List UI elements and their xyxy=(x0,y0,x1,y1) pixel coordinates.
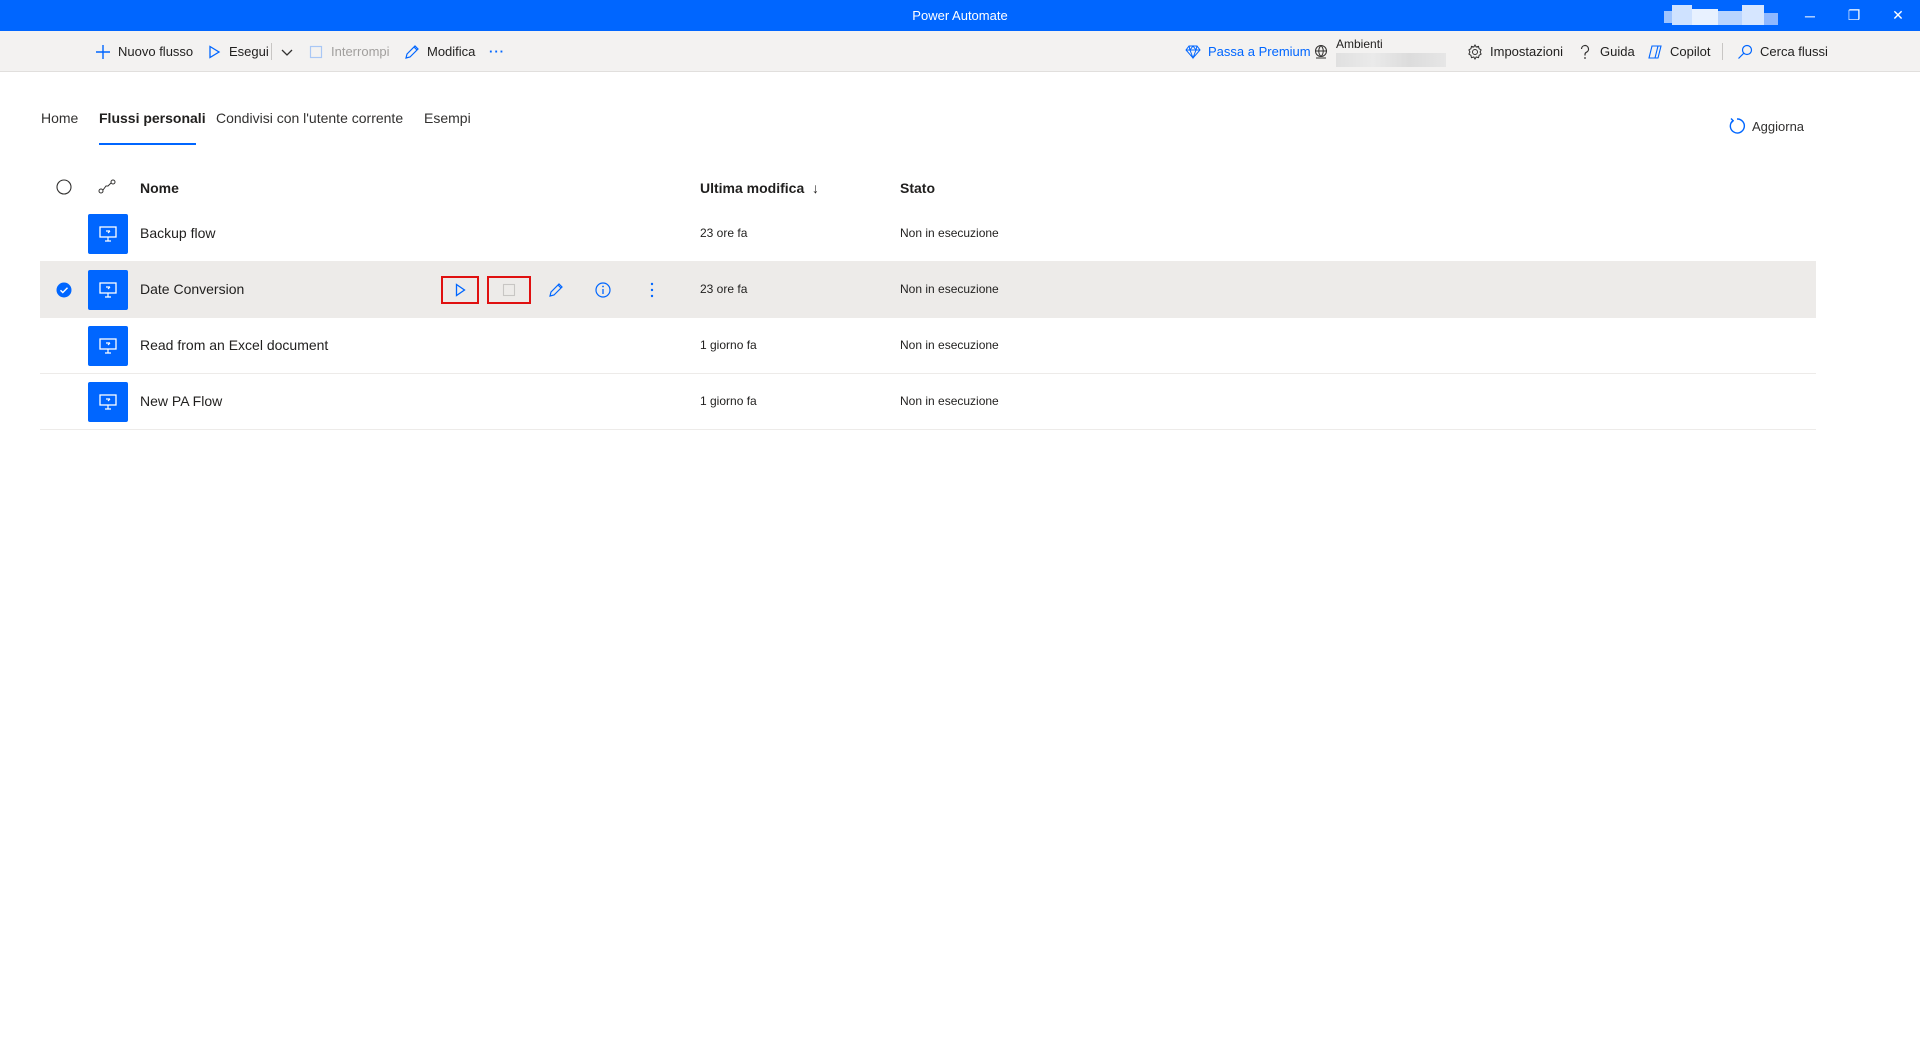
help-label: Guida xyxy=(1600,44,1635,59)
new-flow-label: Nuovo flusso xyxy=(118,44,194,59)
run-label: Esegui xyxy=(229,44,269,59)
globe-icon xyxy=(1312,43,1330,61)
tab-examples[interactable]: Esempi xyxy=(424,110,471,146)
play-icon xyxy=(205,43,223,61)
plus-icon xyxy=(94,43,112,61)
stop-icon xyxy=(307,43,325,61)
flow-state: Non in esecuzione xyxy=(900,394,999,408)
refresh-label: Aggiorna xyxy=(1752,118,1805,134)
premium-label: Passa a Premium xyxy=(1208,44,1311,59)
environments-group: Ambienti xyxy=(1336,37,1446,67)
account-avatar[interactable] xyxy=(1664,5,1780,25)
pencil-icon xyxy=(403,43,421,61)
desktop-flow-icon xyxy=(88,214,128,254)
edit-button[interactable]: Modifica xyxy=(403,31,475,72)
copilot-icon xyxy=(1646,43,1664,61)
select-all-checkbox[interactable] xyxy=(56,179,72,195)
more-options-button[interactable]: ··· xyxy=(489,31,505,72)
flow-modified: 1 giorno fa xyxy=(700,394,757,408)
flow-type-icon xyxy=(98,179,116,195)
title-bar: Power Automate ─ ❐ ✕ xyxy=(0,0,1920,31)
column-header-name[interactable]: Nome xyxy=(140,180,179,196)
row-info-button[interactable] xyxy=(589,276,617,304)
help-button[interactable]: Guida xyxy=(1576,31,1635,72)
pencil-icon xyxy=(549,283,563,297)
flow-state: Non in esecuzione xyxy=(900,338,999,352)
flow-state: Non in esecuzione xyxy=(900,226,999,240)
copilot-button[interactable]: Copilot xyxy=(1646,31,1710,72)
refresh-icon xyxy=(1728,117,1746,135)
flow-name[interactable]: New PA Flow xyxy=(140,393,222,409)
environments-label: Ambienti xyxy=(1336,36,1383,51)
stop-label: Interrompi xyxy=(331,44,390,59)
settings-label: Impostazioni xyxy=(1490,44,1563,59)
window-title: Power Automate xyxy=(912,8,1008,23)
search-placeholder: Cerca flussi xyxy=(1760,44,1828,59)
search-icon xyxy=(1736,43,1754,61)
edit-label: Modifica xyxy=(427,44,476,59)
row-checkbox-checked[interactable] xyxy=(56,282,72,298)
row-more-button[interactable] xyxy=(638,276,666,304)
gear-icon xyxy=(1466,43,1484,61)
divider xyxy=(271,43,272,60)
command-bar: Nuovo flusso Esegui Interrompi Modifica … xyxy=(0,31,1920,72)
restore-button[interactable]: ❐ xyxy=(1832,0,1876,31)
table-row[interactable]: New PA Flow 1 giorno fa Non in esecuzion… xyxy=(40,374,1816,430)
run-options-dropdown[interactable] xyxy=(278,31,302,72)
info-icon xyxy=(595,282,611,298)
run-button[interactable]: Esegui xyxy=(205,31,269,72)
tab-home[interactable]: Home xyxy=(41,110,78,146)
more-vertical-icon xyxy=(650,282,654,298)
premium-button[interactable]: Passa a Premium xyxy=(1184,31,1311,72)
stop-button[interactable]: Interrompi xyxy=(307,31,390,72)
search-flows-input[interactable]: Cerca flussi xyxy=(1736,31,1828,72)
table-row[interactable]: Backup flow 23 ore fa Non in esecuzione xyxy=(40,206,1816,262)
chevron-down-icon xyxy=(278,43,296,61)
environment-name-redacted xyxy=(1336,52,1446,67)
desktop-flow-icon xyxy=(88,270,128,310)
diamond-icon xyxy=(1184,43,1202,61)
close-window-button[interactable]: ✕ xyxy=(1876,0,1920,31)
flow-modified: 23 ore fa xyxy=(700,282,748,296)
tab-my-flows[interactable]: Flussi personali xyxy=(99,110,206,146)
row-run-button[interactable] xyxy=(441,276,479,304)
flow-name[interactable]: Date Conversion xyxy=(140,281,244,297)
stop-icon xyxy=(502,283,516,297)
flow-name[interactable]: Read from an Excel document xyxy=(140,337,328,353)
minimize-button[interactable]: ─ xyxy=(1788,0,1832,31)
refresh-button[interactable]: Aggiorna xyxy=(1728,116,1804,136)
row-edit-button[interactable] xyxy=(542,276,570,304)
flow-modified: 1 giorno fa xyxy=(700,338,757,352)
column-header-modified[interactable]: Ultima modifica xyxy=(700,180,804,196)
column-header-state[interactable]: Stato xyxy=(900,180,935,196)
flow-state: Non in esecuzione xyxy=(900,282,999,296)
help-icon xyxy=(1576,43,1594,61)
copilot-label: Copilot xyxy=(1670,44,1711,59)
environments-button[interactable]: Ambienti xyxy=(1312,31,1446,72)
settings-button[interactable]: Impostazioni xyxy=(1466,31,1563,72)
row-stop-button[interactable] xyxy=(487,276,531,304)
desktop-flow-icon xyxy=(88,326,128,366)
table-row[interactable]: Read from an Excel document 1 giorno fa … xyxy=(40,318,1816,374)
desktop-flow-icon xyxy=(88,382,128,422)
active-tab-indicator xyxy=(99,143,196,145)
tab-shared-with-me[interactable]: Condivisi con l'utente corrente xyxy=(216,110,403,146)
flow-name[interactable]: Backup flow xyxy=(140,225,215,241)
divider xyxy=(1722,43,1723,60)
sort-descending-icon[interactable]: ↓ xyxy=(812,180,819,196)
table-row-selected[interactable]: Date Conversion 23 ore fa Non in esecuzi… xyxy=(40,262,1816,318)
flow-modified: 23 ore fa xyxy=(700,226,748,240)
play-icon xyxy=(455,283,466,297)
new-flow-button[interactable]: Nuovo flusso xyxy=(94,31,193,72)
